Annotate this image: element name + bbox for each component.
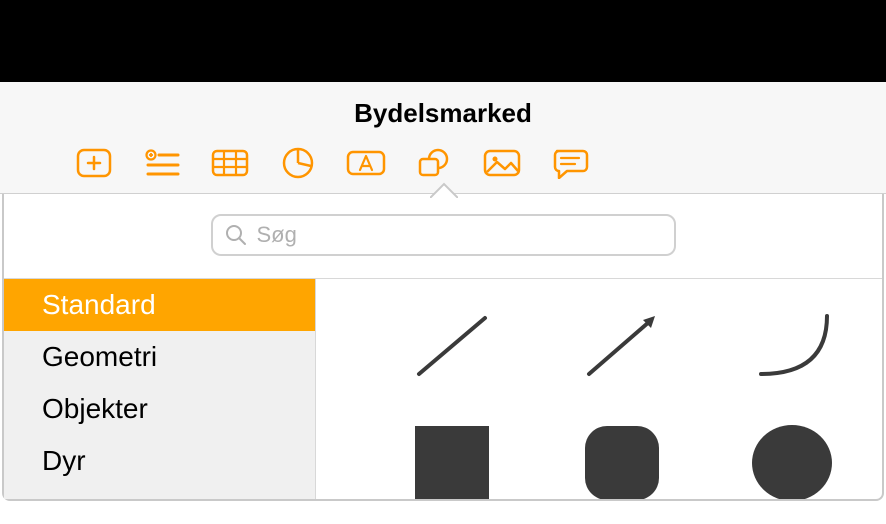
sidebar-item-dyr[interactable]: Dyr: [4, 435, 315, 487]
shapes-row-1: [356, 303, 842, 389]
shapes-grid: [316, 279, 882, 499]
document-title: Bydelsmarked: [0, 98, 886, 147]
shapes-button[interactable]: [414, 147, 454, 179]
shape-square[interactable]: [402, 419, 502, 499]
app-header: Bydelsmarked: [0, 82, 886, 194]
search-input[interactable]: Søg: [211, 214, 676, 256]
sidebar-item-label: Dyr: [42, 445, 86, 476]
category-sidebar: Standard Geometri Objekter Dyr: [4, 279, 316, 499]
media-button[interactable]: [482, 147, 522, 179]
shape-curve[interactable]: [742, 303, 842, 389]
sidebar-item-label: Geometri: [42, 341, 157, 372]
shapes-popover: Søg Standard Geometri Objekter Dyr: [0, 194, 886, 501]
sidebar-item-label: Standard: [42, 289, 156, 320]
table-button[interactable]: [210, 147, 250, 179]
search-icon: [225, 224, 247, 246]
sidebar-item-objekter[interactable]: Objekter: [4, 383, 315, 435]
shape-arrow[interactable]: [572, 303, 672, 389]
add-button[interactable]: [74, 147, 114, 179]
list-button[interactable]: [142, 147, 182, 179]
search-placeholder: Søg: [257, 222, 297, 248]
shape-rounded-square[interactable]: [572, 419, 672, 499]
sidebar-item-label: Objekter: [42, 393, 148, 424]
shapes-row-2: [356, 419, 842, 499]
chart-button[interactable]: [278, 147, 318, 179]
comment-button[interactable]: [550, 147, 590, 179]
shape-line[interactable]: [402, 303, 502, 389]
top-black-region: [0, 0, 886, 82]
search-area: Søg: [4, 194, 882, 279]
callout-line: [771, 0, 773, 82]
popover-arrow: [430, 182, 454, 196]
textbox-button[interactable]: [346, 147, 386, 179]
shape-circle[interactable]: [742, 419, 842, 499]
sidebar-item-geometri[interactable]: Geometri: [4, 331, 315, 383]
sidebar-item-standard[interactable]: Standard: [4, 279, 315, 331]
